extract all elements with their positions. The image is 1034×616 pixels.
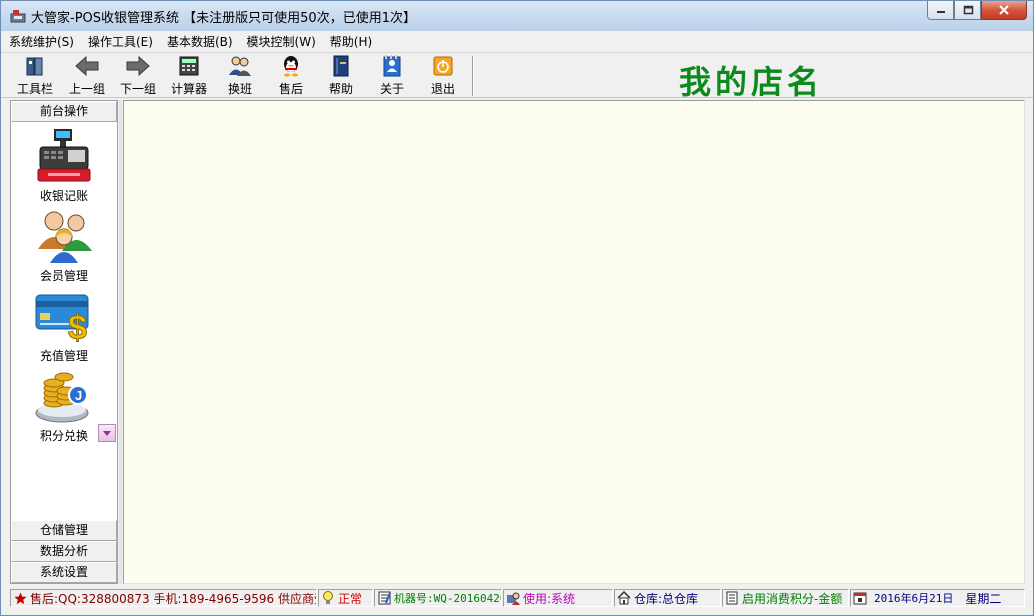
help-button[interactable]: 帮助 — [316, 55, 366, 97]
about-label: 关于 — [379, 82, 404, 96]
calculator-button[interactable]: 计算器 — [164, 55, 214, 97]
menu-system-maintenance[interactable]: 系统维护(S) — [9, 33, 74, 50]
shift-users-icon — [228, 55, 252, 77]
status-date-text: 2016年6月21日 — [874, 592, 954, 605]
nav-item-members[interactable]: 会员管理 — [11, 207, 117, 284]
shift-change-button[interactable]: 换班 — [215, 55, 265, 97]
calculator-label: 计算器 — [170, 82, 207, 96]
calculator-icon — [177, 55, 201, 77]
status-points: 启用消费积分-金额 — [722, 589, 849, 607]
menu-tools[interactable]: 操作工具(E) — [88, 33, 153, 50]
status-state-text: 正常 — [338, 591, 363, 606]
scroll-down-button[interactable] — [98, 424, 116, 442]
shop-name-title: 我的店名 — [678, 63, 823, 101]
nav-item-recharge[interactable]: $ 充值管理 — [11, 287, 117, 364]
status-warehouse-text: 仓库:总仓库 — [634, 591, 699, 606]
window-title: 大管家-POS收银管理系统 【未注册版只可使用50次，已使用1次】 — [31, 11, 416, 26]
after-sales-label: 售后 — [278, 82, 303, 96]
menu-basic-data[interactable]: 基本数据(B) — [167, 33, 233, 50]
maximize-button[interactable] — [954, 1, 981, 20]
help-book-icon — [329, 55, 353, 77]
nav-label-members: 会员管理 — [39, 269, 88, 283]
toolbar-icon — [23, 55, 47, 77]
status-points-text: 启用消费积分-金额 — [742, 591, 843, 606]
qq-penguin-icon — [279, 55, 303, 77]
svg-text:J: J — [75, 388, 82, 403]
members-icon — [38, 211, 92, 263]
status-machine-text: 机器号:WQ-20160426 — [394, 592, 502, 605]
status-warehouse: 仓库:总仓库 — [614, 589, 721, 607]
toolbar-toggle-label: 工具栏 — [16, 82, 53, 96]
exit-button[interactable]: 退出 — [418, 55, 468, 97]
status-weekday-text: 星期二 — [965, 591, 1002, 606]
status-machine: 机器号:WQ-20160426 — [374, 589, 502, 607]
coins-icon: J — [35, 372, 89, 423]
next-group-label: 下一组 — [119, 82, 156, 96]
arrow-right-icon — [126, 55, 150, 77]
exit-label: 退出 — [430, 82, 455, 96]
status-user-text: 使用:系统 — [523, 591, 576, 606]
about-button[interactable]: 关于 — [367, 55, 417, 97]
toolbar: 工具栏 上一组 下一组 计算器 换班 售后 帮助 关于 退出 我的店名 — [1, 52, 1033, 101]
panel-header-front-desk[interactable]: 前台操作 — [11, 101, 117, 122]
main-content-area — [123, 100, 1025, 584]
nav-label-points: 积分兑换 — [39, 429, 88, 443]
app-window: 大管家-POS收银管理系统 【未注册版只可使用50次，已使用1次】 系统维护(S… — [0, 0, 1034, 616]
minimize-button[interactable] — [927, 1, 954, 20]
help-label: 帮助 — [328, 82, 353, 96]
about-icon — [380, 55, 404, 77]
cash-register-icon — [37, 129, 91, 182]
panel-splitter[interactable] — [119, 100, 122, 584]
nav-label-cashier: 收银记账 — [39, 189, 88, 203]
shift-change-label: 换班 — [227, 82, 252, 96]
status-user: 使用:系统 — [503, 589, 613, 607]
svg-text:$: $ — [68, 309, 87, 345]
nav-item-cashier[interactable]: 收银记账 — [11, 127, 117, 204]
next-group-button[interactable]: 下一组 — [113, 55, 163, 97]
home-icon — [617, 591, 631, 605]
previous-group-button[interactable]: 上一组 — [62, 55, 112, 97]
maximize-icon — [963, 5, 973, 15]
close-icon — [999, 5, 1009, 15]
nav-label-recharge: 充值管理 — [39, 349, 88, 363]
status-date: 2016年6月21日 星期二 — [850, 589, 1025, 607]
chevron-down-icon — [103, 431, 111, 436]
document-icon — [725, 591, 739, 605]
menu-bar: 系统维护(S) 操作工具(E) 基本数据(B) 模块控制(W) 帮助(H) — [1, 31, 1033, 51]
status-service: 售后:QQ:328800873 手机:189-4965-9596 供应商受权: — [10, 589, 317, 607]
minimize-icon — [936, 11, 945, 13]
status-service-text: 售后:QQ:328800873 手机:189-4965-9596 供应商受权: — [30, 591, 317, 606]
user-icon — [506, 591, 520, 605]
left-nav-panel: 前台操作 收银记账 会员管理 $ 充值管理 J 积分兑换 仓储管理 数据分析 系… — [10, 100, 118, 584]
status-bar: 售后:QQ:328800873 手机:189-4965-9596 供应商受权: … — [1, 587, 1033, 615]
status-state: 正常 — [318, 589, 373, 607]
panel-header-data-analysis[interactable]: 数据分析 — [11, 541, 117, 562]
lightbulb-icon — [321, 591, 335, 605]
after-sales-button[interactable]: 售后 — [266, 55, 316, 97]
app-logo-icon — [10, 8, 26, 23]
toolbar-toggle-button[interactable]: 工具栏 — [10, 55, 60, 97]
panel-header-warehouse[interactable]: 仓储管理 — [11, 520, 117, 541]
star-icon — [13, 591, 27, 605]
toolbar-separator — [472, 56, 474, 96]
previous-group-label: 上一组 — [68, 82, 105, 96]
calendar-icon — [853, 591, 867, 605]
card-dollar-icon: $ — [35, 294, 89, 345]
panel-header-system-settings[interactable]: 系统设置 — [11, 562, 117, 583]
arrow-left-icon — [75, 55, 99, 77]
notepad-icon — [377, 591, 391, 605]
close-button[interactable] — [981, 1, 1027, 20]
menu-help[interactable]: 帮助(H) — [330, 33, 372, 50]
title-bar[interactable]: 大管家-POS收银管理系统 【未注册版只可使用50次，已使用1次】 — [1, 1, 1033, 31]
exit-icon — [431, 55, 455, 77]
menu-module-control[interactable]: 模块控制(W) — [247, 33, 316, 50]
